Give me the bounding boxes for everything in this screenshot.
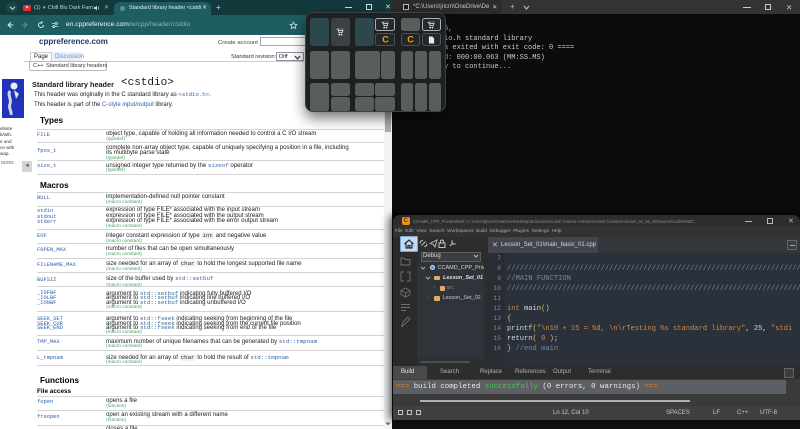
svg-text:C: C [407,35,414,44]
svg-text:C: C [382,35,389,44]
